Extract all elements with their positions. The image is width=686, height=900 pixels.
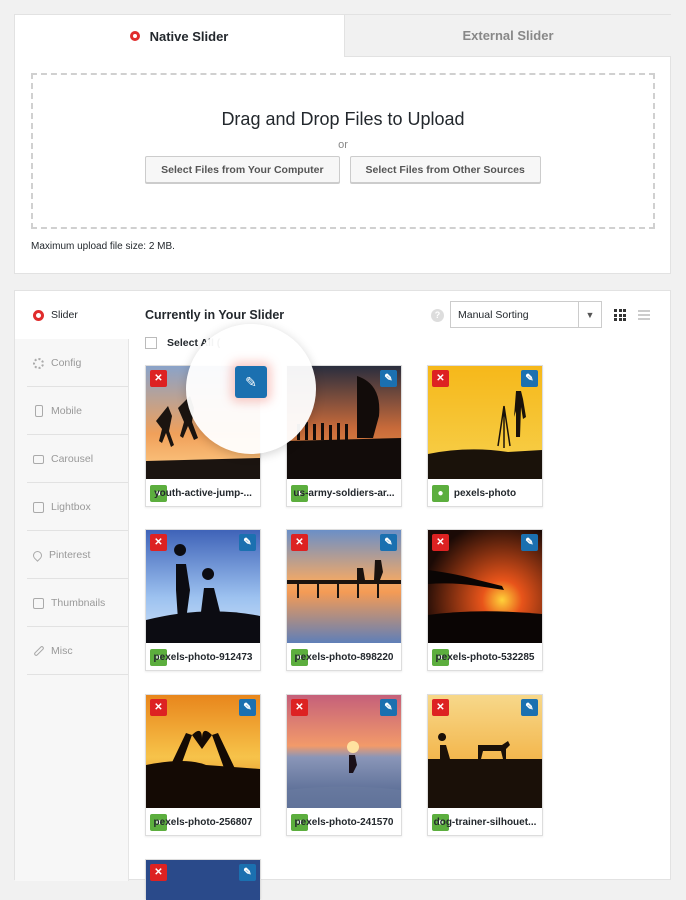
image-caption: dog-trainer-silhouet... — [433, 816, 537, 828]
drop-zone-or: or — [338, 139, 348, 151]
image-caption: pexels-photo-912473 — [153, 651, 253, 663]
image-caption: us-army-soldiers-ar... — [293, 487, 395, 499]
drop-zone[interactable]: Drag and Drop Files to Upload or Select … — [31, 73, 655, 229]
sidebar-item-lightbox[interactable]: Lightbox — [15, 483, 128, 531]
sidebar-item-label: Config — [51, 357, 82, 369]
image-caption: youth-active-jump-... — [154, 487, 252, 499]
list-view-icon[interactable] — [638, 310, 650, 320]
image-caption: pexels-photo-898220 — [294, 651, 394, 663]
sidebar-item-label: Lightbox — [51, 501, 91, 513]
mobile-icon — [35, 405, 43, 417]
grid-view-icon[interactable] — [614, 309, 626, 321]
select-files-other-button[interactable]: Select Files from Other Sources — [349, 156, 541, 183]
sidebar-item-mobile[interactable]: Mobile — [15, 387, 128, 435]
image-card[interactable]: ✕ ✎ ● pexels-photo-532285 — [427, 529, 543, 671]
chevron-down-icon[interactable]: ▼ — [578, 302, 601, 327]
image-card[interactable]: ✕ ✎ ● pexels-photo-912473 — [145, 529, 261, 671]
sidebar-item-carousel[interactable]: Carousel — [15, 435, 128, 483]
image-caption: pexels-photo-241570 — [294, 816, 394, 828]
sidebar-item-misc[interactable]: Misc — [15, 627, 128, 675]
pencil-icon[interactable]: ✎ — [521, 370, 538, 387]
upload-panel: Native Slider External Slider Drag and D… — [14, 14, 671, 274]
image-card[interactable]: ✕ ✎ ● pexels-photo-898220 — [286, 529, 402, 671]
pencil-icon[interactable]: ✎ — [521, 699, 538, 716]
help-icon[interactable]: ? — [431, 309, 444, 322]
native-slider-icon — [129, 31, 140, 41]
sidebar-item-label: Slider — [51, 309, 78, 321]
sidebar-item-pinterest[interactable]: Pinterest — [15, 531, 128, 579]
pencil-icon[interactable]: ✎ — [380, 534, 397, 551]
select-files-computer-button[interactable]: Select Files from Your Computer — [145, 156, 340, 183]
sidebar-item-label: Thumbnails — [51, 597, 106, 609]
tab-external-slider[interactable]: External Slider — [344, 15, 671, 57]
slider-icon — [33, 309, 44, 321]
image-card[interactable]: ✕ ✎ ● pexels-photo — [427, 365, 543, 507]
wrench-icon — [33, 645, 45, 657]
delete-icon[interactable]: ✕ — [150, 370, 167, 387]
pencil-icon[interactable]: ✎ — [521, 534, 538, 551]
sidebar-item-label: Pinterest — [49, 549, 91, 561]
pencil-icon[interactable]: ✎ — [380, 699, 397, 716]
tab-external-slider-label: External Slider — [462, 28, 554, 43]
image-caption: pexels-photo-256807 — [153, 816, 253, 828]
lightbox-icon — [33, 501, 44, 513]
sort-select-value: Manual Sorting — [458, 308, 529, 321]
tab-native-slider[interactable]: Native Slider — [15, 15, 343, 57]
tab-native-slider-label: Native Slider — [149, 28, 229, 44]
sort-select[interactable]: Manual Sorting ▼ — [450, 301, 602, 328]
drop-zone-title: Drag and Drop Files to Upload — [221, 109, 465, 129]
pencil-icon[interactable]: ✎ — [239, 534, 256, 551]
delete-icon[interactable]: ✕ — [291, 699, 308, 716]
sidebar-item-label: Mobile — [51, 405, 82, 417]
sidebar-item-label: Carousel — [51, 453, 94, 465]
delete-icon[interactable]: ✕ — [432, 534, 449, 551]
max-upload-size: Maximum upload file size: 2 MB. — [31, 241, 175, 252]
pencil-icon[interactable]: ✎ — [380, 370, 397, 387]
thumbnails-icon — [33, 597, 44, 609]
sidebar-item-label: Misc — [51, 645, 73, 657]
slider-type-tabs: Native Slider External Slider — [15, 15, 671, 57]
sidebar-item-config[interactable]: Config — [15, 339, 128, 387]
slider-panel: Slider Config Mobile Carousel Lightbox P… — [14, 290, 671, 900]
page-title: Currently in Your Slider — [145, 308, 285, 322]
delete-icon[interactable]: ✕ — [150, 534, 167, 551]
image-card[interactable]: ✕ ✎ ● pexels-photo-241570 — [286, 694, 402, 836]
pinterest-icon — [31, 548, 44, 562]
delete-icon[interactable]: ✕ — [432, 370, 449, 387]
delete-icon[interactable]: ✕ — [291, 534, 308, 551]
delete-icon[interactable]: ✕ — [432, 699, 449, 716]
image-card[interactable]: ✕ ✎ — [145, 859, 261, 900]
carousel-icon — [33, 454, 44, 464]
image-caption: pexels-photo — [453, 487, 517, 499]
settings-sidebar: Slider Config Mobile Carousel Lightbox P… — [15, 291, 129, 881]
image-card[interactable]: ✕ ✎ ● dog-trainer-silhouet... — [427, 694, 543, 836]
sidebar-item-slider[interactable]: Slider — [15, 291, 129, 339]
select-all-checkbox[interactable] — [145, 337, 157, 349]
pencil-icon[interactable]: ✎ — [235, 366, 267, 398]
gear-icon — [33, 357, 44, 369]
sidebar-item-thumbnails[interactable]: Thumbnails — [15, 579, 128, 627]
pencil-icon[interactable]: ✎ — [239, 699, 256, 716]
image-caption: pexels-photo-532285 — [435, 651, 535, 663]
delete-icon[interactable]: ✕ — [150, 699, 167, 716]
image-card[interactable]: ✕ ✎ ● pexels-photo-256807 — [145, 694, 261, 836]
